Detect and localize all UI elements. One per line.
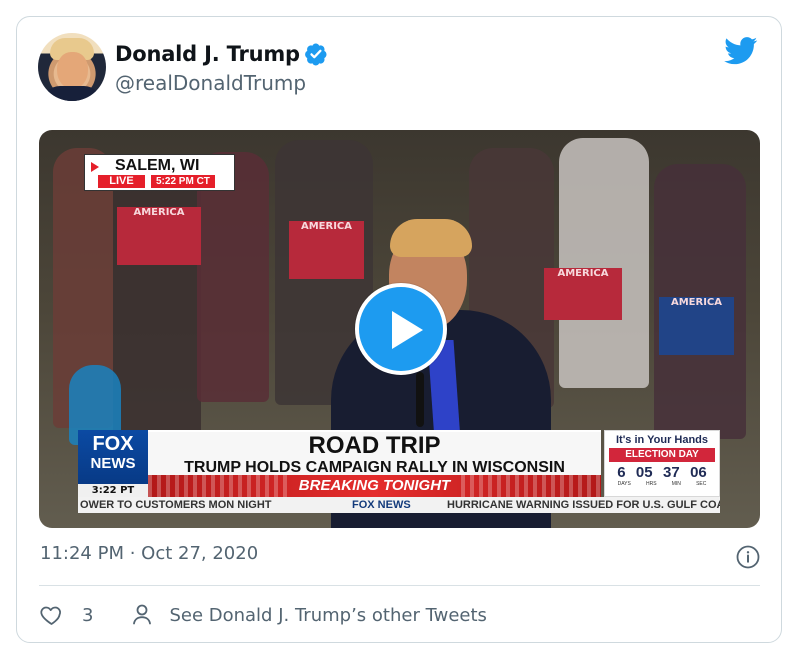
- avatar-suit: [42, 86, 102, 101]
- local-time: 5:22 PM CT: [151, 175, 215, 188]
- like-count[interactable]: 3: [82, 605, 93, 626]
- play-button[interactable]: [355, 283, 447, 375]
- fox-news-logo: FOX NEWS: [78, 430, 148, 484]
- location-arrow-icon: [91, 162, 99, 172]
- campaign-sign: AMERICA: [289, 221, 364, 279]
- countdown-minutes-label: MIN: [671, 481, 681, 487]
- microphone: [416, 372, 424, 427]
- news-ticker: OWER TO CUSTOMERS MON NIGHT FOX NEWS HUR…: [78, 497, 720, 513]
- play-icon: [392, 311, 423, 349]
- tweet-actions: 3 See Donald J. Trump’s other Tweets: [39, 600, 487, 630]
- countdown-hours: 05: [635, 464, 653, 481]
- countdown-title: It's in Your Hands: [615, 434, 709, 446]
- location-city: SALEM, WI: [115, 157, 200, 174]
- twitter-bird-icon[interactable]: [724, 37, 758, 65]
- live-badge: LIVE: [98, 175, 145, 188]
- author-avatar[interactable]: [38, 33, 106, 101]
- author-name[interactable]: Donald J. Trump: [115, 42, 300, 66]
- countdown-seconds: 06: [690, 464, 707, 481]
- countdown-minutes: 37: [663, 464, 680, 481]
- network-time: 3:22 PT: [78, 484, 148, 497]
- breaking-label: BREAKING TONIGHT: [298, 477, 451, 494]
- campaign-sign: AMERICA: [659, 297, 734, 355]
- heart-icon[interactable]: [39, 603, 64, 627]
- countdown-values: 6 05 37 06: [605, 462, 719, 481]
- news-logo-word: NEWS: [90, 455, 136, 472]
- countdown-hours-label: HRS: [646, 481, 657, 487]
- video-player[interactable]: AMERICA AMERICA AMERICA AMERICA SALEM, W…: [39, 130, 760, 528]
- other-tweets-link[interactable]: See Donald J. Trump’s other Tweets: [169, 605, 486, 626]
- ticker-left-text: OWER TO CUSTOMERS MON NIGHT: [80, 499, 272, 511]
- background-person: [559, 138, 649, 388]
- news-headline: ROAD TRIP TRUMP HOLDS CAMPAIGN RALLY IN …: [148, 430, 601, 476]
- person-icon[interactable]: [131, 603, 153, 627]
- tweet-timestamp[interactable]: 11:24 PM · Oct 27, 2020: [40, 543, 258, 564]
- location-bug: SALEM, WI LIVE 5:22 PM CT: [84, 154, 235, 191]
- headline-subtitle: TRUMP HOLDS CAMPAIGN RALLY IN WISCONSIN: [184, 459, 565, 476]
- info-icon[interactable]: [736, 545, 760, 569]
- speaker-hair: [390, 219, 472, 257]
- countdown-days-label: DAYS: [617, 481, 631, 487]
- countdown-seconds-label: SEC: [696, 481, 707, 487]
- tweet-card: Donald J. Trump @realDonaldTrump AMERICA…: [16, 16, 782, 643]
- breaking-banner: BREAKING TONIGHT: [148, 475, 601, 497]
- tweet-divider: [39, 585, 760, 586]
- headline-title: ROAD TRIP: [308, 432, 441, 459]
- fox-logo-word: FOX: [92, 433, 134, 455]
- countdown-label: ELECTION DAY: [609, 448, 715, 462]
- verified-badge-icon: [305, 43, 327, 66]
- avatar-face: [57, 52, 88, 89]
- author-handle[interactable]: @realDonaldTrump: [115, 71, 306, 95]
- campaign-sign: AMERICA: [544, 268, 622, 320]
- ticker-right-text: HURRICANE WARNING ISSUED FOR U.S. GULF C…: [447, 499, 720, 511]
- ticker-logo: FOX NEWS: [352, 499, 411, 511]
- campaign-sign: AMERICA: [117, 207, 201, 265]
- countdown-units: DAYS HRS MIN SEC: [605, 481, 719, 487]
- countdown-days: 6: [617, 464, 626, 481]
- election-countdown: It's in Your Hands ELECTION DAY 6 05 37 …: [604, 430, 720, 497]
